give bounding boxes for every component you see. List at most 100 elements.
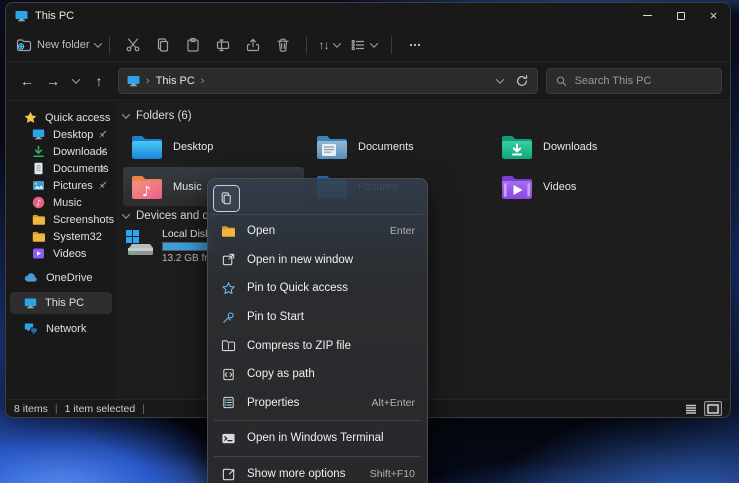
title-bar: This PC × (6, 3, 730, 28)
maximize-button[interactable] (664, 3, 697, 28)
show-more-icon (221, 467, 236, 482)
star-outline-icon (221, 281, 236, 296)
svg-text:♪: ♪ (142, 184, 151, 200)
search-input[interactable] (575, 75, 712, 87)
music-folder-icon: ♪ (131, 173, 163, 200)
new-folder-label: New folder (37, 39, 90, 51)
folder-tile-videos[interactable]: Videos (493, 167, 674, 206)
copy-path-icon (221, 367, 236, 382)
context-menu-quick-actions (212, 183, 423, 215)
sidebar-item-pictures[interactable]: Pictures (6, 177, 116, 194)
breadcrumb[interactable]: This PC (156, 75, 195, 87)
folder-tile-downloads[interactable]: Downloads (493, 127, 674, 166)
details-view-button[interactable] (682, 401, 700, 416)
forward-button[interactable]: → (40, 68, 66, 94)
downloads-folder-icon (501, 133, 533, 160)
menu-item-pin-quick-access[interactable]: Pin to Quick access (212, 274, 423, 303)
local-disk-icon (123, 228, 157, 260)
copy-icon (219, 191, 234, 206)
sort-button[interactable]: ↑↓ (319, 38, 340, 52)
ellipsis-icon (408, 38, 422, 52)
sidebar-item-quick-access[interactable]: Quick access (6, 109, 116, 126)
documents-folder-icon (316, 133, 348, 160)
sidebar-item-this-pc[interactable]: This PC (10, 292, 112, 314)
onedrive-cloud-icon (24, 271, 38, 284)
sidebar-item-desktop[interactable]: Desktop (6, 126, 116, 143)
sidebar-item-network[interactable]: Network (6, 320, 116, 337)
network-icon (24, 322, 38, 335)
pictures-icon (32, 179, 45, 192)
sidebar-item-documents[interactable]: Documents (6, 160, 116, 177)
menu-item-properties[interactable]: Properties Alt+Enter (212, 389, 423, 418)
address-bar[interactable]: › This PC › (118, 68, 538, 94)
folder-icon (32, 213, 45, 226)
toolbar-divider (306, 36, 307, 54)
paste-button[interactable] (178, 32, 208, 58)
menu-separator (214, 456, 421, 457)
details-view-icon (685, 404, 697, 414)
share-icon (245, 37, 261, 53)
search-box[interactable] (546, 68, 722, 94)
rename-button[interactable] (208, 32, 238, 58)
navigation-pane: Quick access Desktop Downloads Documents… (6, 102, 116, 399)
devices-section-header[interactable]: Devices and dri (123, 210, 215, 222)
pin-icon (97, 146, 108, 157)
address-dropdown-chevron[interactable] (496, 75, 504, 83)
download-icon (32, 145, 45, 158)
sidebar-item-screenshots[interactable]: Screenshots (6, 211, 116, 228)
music-icon: ♪ (32, 196, 45, 209)
terminal-icon (221, 431, 236, 446)
menu-item-open-new-window[interactable]: Open in new window (212, 246, 423, 275)
menu-item-copy-as-path[interactable]: Copy as path (212, 360, 423, 389)
menu-item-compress-zip[interactable]: Compress to ZIP file (212, 331, 423, 360)
videos-folder-icon (501, 173, 533, 200)
status-divider: | (55, 403, 58, 415)
up-button[interactable]: ↑ (86, 68, 112, 94)
large-icons-view-button[interactable] (704, 401, 722, 416)
menu-item-pin-start[interactable]: Pin to Start (212, 303, 423, 332)
copy-button[interactable] (148, 32, 178, 58)
sort-icon: ↑↓ (319, 38, 329, 52)
share-button[interactable] (238, 32, 268, 58)
more-options-button[interactable] (400, 32, 430, 58)
menu-separator (214, 420, 421, 421)
breadcrumb-chevron: › (146, 75, 150, 87)
back-button[interactable]: ← (14, 68, 40, 94)
new-folder-button[interactable]: New folder (16, 37, 101, 53)
recent-locations-button[interactable] (66, 68, 86, 94)
context-menu: Open Enter Open in new window Pin to Qui… (207, 178, 428, 483)
sidebar-item-videos[interactable]: Videos (6, 245, 116, 262)
sidebar-item-onedrive[interactable]: OneDrive (6, 269, 116, 286)
chevron-down-icon (72, 75, 80, 83)
status-divider: | (142, 403, 145, 415)
menu-item-open-windows-terminal[interactable]: Open in Windows Terminal (212, 424, 423, 453)
sidebar-item-music[interactable]: ♪ Music (6, 194, 116, 211)
copy-icon (155, 37, 171, 53)
close-button[interactable]: × (697, 3, 730, 28)
paste-icon (185, 37, 201, 53)
command-bar: New folder ↑↓ (6, 28, 730, 62)
delete-button[interactable] (268, 32, 298, 58)
menu-item-show-more-options[interactable]: Show more options Shift+F10 (212, 460, 423, 483)
folder-icon (32, 230, 45, 243)
menu-item-open[interactable]: Open Enter (212, 217, 423, 246)
toolbar-divider (109, 36, 110, 54)
sidebar-item-downloads[interactable]: Downloads (6, 143, 116, 160)
folder-tile-documents[interactable]: Documents (308, 127, 489, 166)
minimize-button[interactable] (631, 3, 664, 28)
rename-icon (215, 37, 231, 53)
copy-quick-action-button[interactable] (213, 185, 240, 212)
sidebar-item-system32[interactable]: System32 (6, 228, 116, 245)
desktop: { "colors": { "accent": "#4cc2ff", "prog… (0, 0, 739, 483)
folder-tile-desktop[interactable]: Desktop (123, 127, 304, 166)
cut-icon (125, 37, 141, 53)
view-button[interactable] (350, 37, 377, 53)
refresh-icon[interactable] (515, 74, 529, 88)
pin-icon (97, 129, 108, 140)
items-count: 8 items (14, 403, 48, 415)
svg-text:♪: ♪ (36, 198, 41, 207)
breadcrumb-chevron[interactable]: › (201, 75, 205, 87)
folders-section-header[interactable]: Folders (6) (123, 110, 192, 122)
open-new-window-icon (221, 252, 236, 267)
cut-button[interactable] (118, 32, 148, 58)
